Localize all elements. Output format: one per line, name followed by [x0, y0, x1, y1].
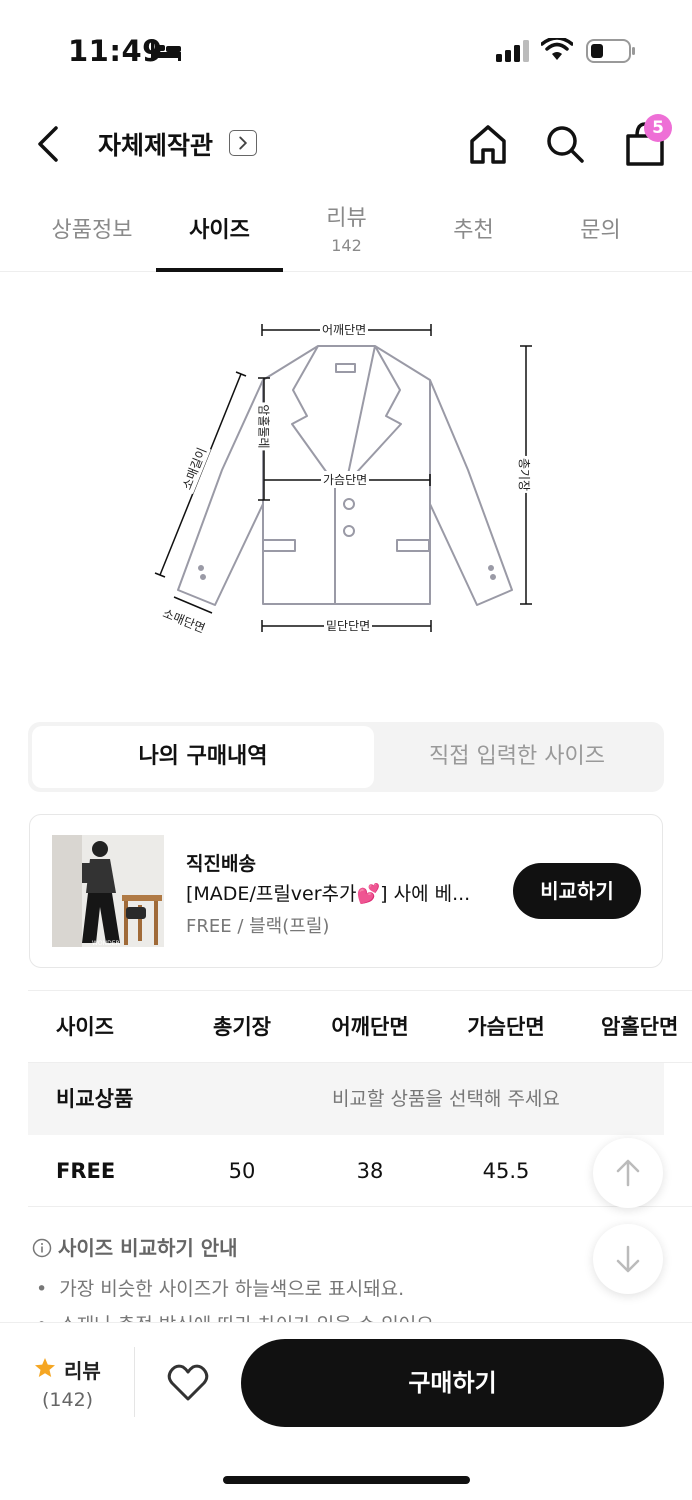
- size-value: 50: [228, 1159, 256, 1183]
- tab-label: 리뷰: [326, 206, 367, 231]
- armhole-label: 암홀둘레: [255, 402, 273, 451]
- buy-button[interactable]: 구매하기: [241, 1339, 664, 1427]
- tab-recommend[interactable]: 추천: [410, 192, 537, 272]
- tab-product-info[interactable]: 상품정보: [28, 192, 156, 272]
- scroll-top-button[interactable]: [593, 1138, 663, 1208]
- product-option: FREE / 블랙(프릴): [186, 916, 330, 937]
- size-name: FREE: [56, 1159, 116, 1183]
- arrow-down-icon: [616, 1245, 640, 1273]
- size-value: 45.5: [482, 1159, 530, 1183]
- tab-label: 문의: [580, 218, 621, 243]
- tab-size[interactable]: 사이즈: [156, 192, 283, 272]
- heart-icon[interactable]: [166, 1361, 210, 1405]
- row-header: 비교상품: [56, 1087, 134, 1111]
- review-summary[interactable]: 리뷰 (142): [30, 1351, 110, 1421]
- top-navigation-bar: 자체제작관: [0, 112, 692, 176]
- column-header: 가슴단면: [467, 1015, 545, 1039]
- divider: [134, 1347, 135, 1417]
- battery-icon: [586, 39, 635, 63]
- review-count: (142): [42, 1389, 94, 1411]
- chevron-right-icon[interactable]: [229, 130, 257, 156]
- compare-empty-message: 비교할 상품을 선택해 주세요: [332, 1088, 560, 1110]
- search-icon[interactable]: [544, 122, 586, 166]
- size-value: 38: [356, 1159, 384, 1183]
- tab-inquiry[interactable]: 문의: [537, 192, 664, 272]
- hem-width-label: 밑단단면: [324, 617, 373, 634]
- wifi-icon: [541, 38, 573, 60]
- guide-item-text: 가장 비슷한 사이즈가 하늘색으로 표시돼요.: [59, 1278, 405, 1300]
- size-source-toggle: 나의 구매내역 직접 입력한 사이즈: [28, 722, 664, 792]
- chest-width-label: 가슴단면: [321, 471, 370, 488]
- tab-review-count: 142: [331, 236, 362, 255]
- tab-label: 상품정보: [51, 218, 133, 243]
- column-header: 암홀단면: [601, 1015, 679, 1039]
- status-bar: 11:49: [0, 0, 692, 100]
- column-header: 사이즈: [56, 1015, 114, 1039]
- tab-label: 사이즈: [189, 218, 250, 243]
- thumbnail-caption: WONDER: [92, 940, 120, 947]
- scroll-bottom-button[interactable]: [593, 1224, 663, 1294]
- tab-review[interactable]: 리뷰 142: [283, 192, 410, 272]
- cart-count-badge: 5: [644, 114, 672, 142]
- my-purchases-tab[interactable]: 나의 구매내역: [32, 726, 374, 788]
- total-length-label: 총기장: [516, 455, 534, 494]
- compare-product-row: 비교상품 비교할 상품을 선택해 주세요: [28, 1063, 664, 1135]
- cellular-signal-icon: [496, 40, 529, 62]
- star-icon: [35, 1358, 55, 1377]
- table-header-row: 사이즈 총기장 어깨단면 가슴단면 암홀단면: [28, 991, 692, 1063]
- page-title[interactable]: 자체제작관: [98, 126, 213, 162]
- column-header: 총기장: [213, 1015, 271, 1039]
- column-header: 어깨단면: [331, 1015, 409, 1039]
- bottom-action-bar: 리뷰 (142) 구매하기: [0, 1322, 692, 1500]
- compare-button[interactable]: 비교하기: [513, 863, 641, 919]
- arrow-up-icon: [616, 1159, 640, 1187]
- purchased-product-card[interactable]: WONDER 직진배송 [MADE/프릴ver추가💕] 사에 베... FREE…: [29, 814, 663, 968]
- size-diagram: 어깨단면 가슴단면 밑단단면 총기장 암홀둘레 소매길이 소매단면: [140, 300, 560, 660]
- custom-size-tab[interactable]: 직접 입력한 사이즈: [374, 726, 660, 788]
- home-icon[interactable]: [467, 122, 509, 166]
- product-thumbnail: WONDER: [52, 835, 164, 947]
- shoulder-width-label: 어깨단면: [320, 321, 369, 338]
- review-label: 리뷰: [64, 1359, 101, 1383]
- product-tabs: 상품정보 사이즈 리뷰 142 추천 문의: [0, 192, 692, 272]
- back-icon[interactable]: [30, 122, 70, 166]
- product-photo: WONDER: [52, 835, 164, 947]
- home-indicator: [223, 1476, 470, 1484]
- sleep-mode-icon: [151, 42, 181, 61]
- guide-title-text: 사이즈 비교하기 안내: [58, 1236, 238, 1260]
- info-icon: [32, 1238, 52, 1258]
- status-time: 11:49: [68, 34, 163, 68]
- tab-label: 추천: [453, 218, 494, 243]
- guide-item: • 가장 비슷한 사이즈가 하늘색으로 표시돼요.: [36, 1278, 405, 1300]
- shipping-label: 직진배송: [186, 853, 256, 875]
- product-name: [MADE/프릴ver추가💕] 사에 베...: [186, 883, 471, 905]
- active-tab-indicator: [156, 268, 283, 272]
- size-compare-guide-title: 사이즈 비교하기 안내: [32, 1232, 238, 1261]
